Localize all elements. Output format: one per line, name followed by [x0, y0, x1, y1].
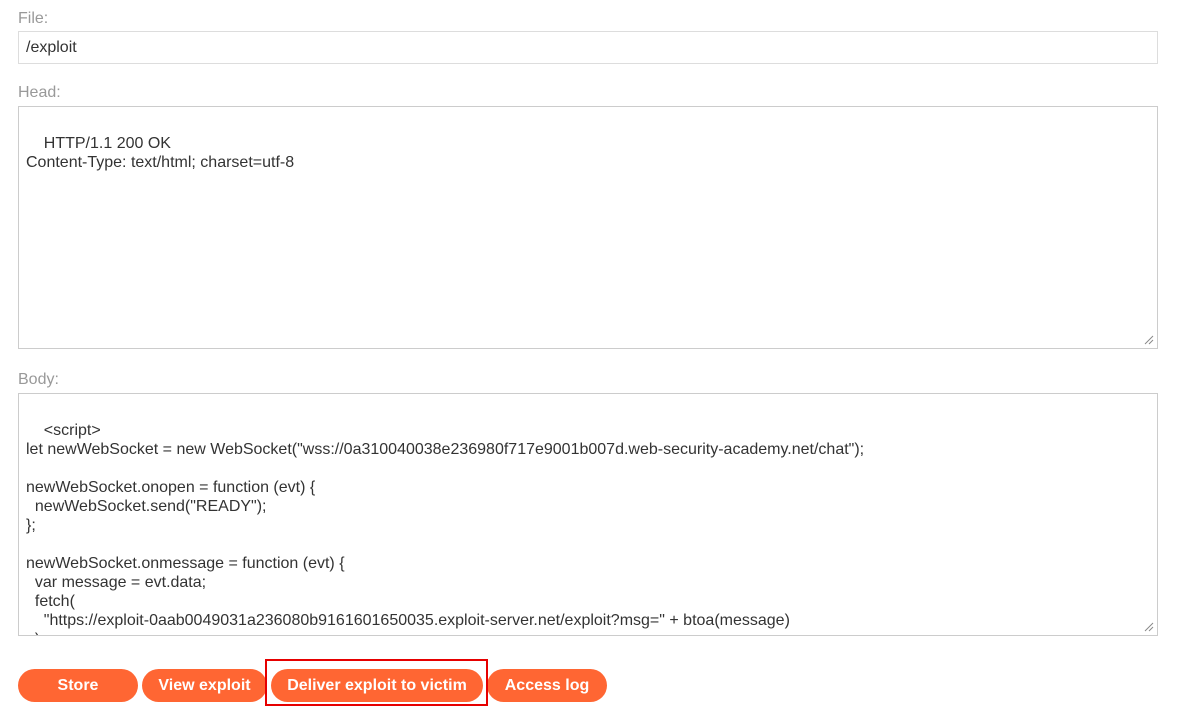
- body-textarea[interactable]: <script> let newWebSocket = new WebSocke…: [18, 393, 1158, 636]
- resize-grip-icon[interactable]: [1144, 622, 1154, 632]
- body-text: <script> let newWebSocket = new WebSocke…: [26, 422, 865, 635]
- file-label: File:: [18, 10, 49, 27]
- exploit-server-form: File: Head: HTTP/1.1 200 OK Content-Type…: [0, 0, 1191, 713]
- store-button[interactable]: Store: [18, 669, 138, 702]
- access-log-button[interactable]: Access log: [487, 669, 607, 702]
- file-input[interactable]: [18, 31, 1158, 64]
- view-exploit-button[interactable]: View exploit: [142, 669, 267, 702]
- head-textarea[interactable]: HTTP/1.1 200 OK Content-Type: text/html;…: [18, 106, 1158, 349]
- resize-grip-icon[interactable]: [1144, 335, 1154, 345]
- deliver-exploit-button[interactable]: Deliver exploit to victim: [271, 669, 483, 702]
- body-label: Body:: [18, 371, 59, 388]
- head-text: HTTP/1.1 200 OK Content-Type: text/html;…: [26, 135, 295, 171]
- head-label: Head:: [18, 84, 61, 101]
